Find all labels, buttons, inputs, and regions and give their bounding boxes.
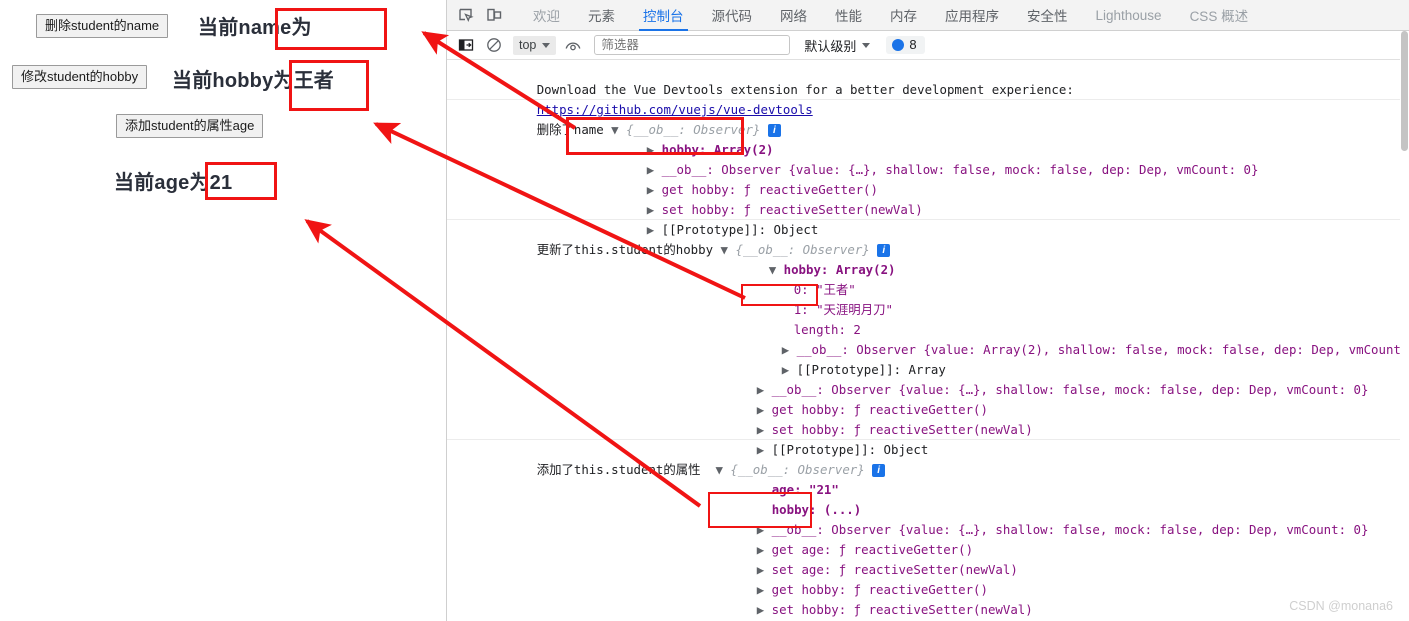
console-filter-input[interactable] <box>594 35 791 55</box>
execution-context-select[interactable]: top <box>513 35 557 55</box>
issues-badge[interactable]: 8 <box>886 36 925 54</box>
log-level-select[interactable]: 默认级别 <box>804 36 871 55</box>
current-age-value: 21 <box>209 172 233 194</box>
current-age-text: 当前age为 <box>114 172 210 194</box>
console-banner-link-line: https://github.com/vuejs/vue-devtools <box>447 80 1409 117</box>
object-row[interactable]: ▶ [[Prototype]]: Array <box>447 340 1409 377</box>
tab-sources[interactable]: 源代码 <box>698 0 767 31</box>
object-row[interactable]: ▶ get hobby: ƒ reactiveGetter() <box>447 380 1409 417</box>
inspect-element-icon[interactable] <box>453 3 479 27</box>
tab-welcome[interactable]: 欢迎 <box>519 0 574 31</box>
web-page-pane: 删除student的name 当前name为 修改student的hobby 当… <box>0 0 446 621</box>
console-sidebar-icon[interactable] <box>453 33 479 57</box>
disclosure-triangle-icon[interactable]: ▶ <box>757 602 764 617</box>
object-row[interactable]: ▶ __ob__: Observer {value: {…}, shallow:… <box>447 500 1409 537</box>
current-hobby-text: 当前hobby为 <box>172 70 294 92</box>
watermark: CSDN @monana6 <box>1289 599 1393 613</box>
log-level-value: 默认级别 <box>804 38 857 54</box>
object-row[interactable]: hobby: (...) <box>447 480 1409 517</box>
tab-application[interactable]: 应用程序 <box>931 0 1013 31</box>
console-output[interactable]: Download the Vue Devtools extension for … <box>447 60 1409 621</box>
issues-count: 8 <box>909 37 917 52</box>
devtools-panel: 欢迎 元素 控制台 源代码 网络 性能 内存 应用程序 安全性 Lighthou… <box>446 0 1409 621</box>
tab-console[interactable]: 控制台 <box>629 0 698 31</box>
object-row[interactable]: ▶ get age: ƒ reactiveGetter() <box>447 520 1409 557</box>
modify-hobby-button[interactable]: 修改student的hobby <box>12 65 148 89</box>
current-age-label: 当前age为21 <box>114 166 232 195</box>
device-toolbar-icon[interactable] <box>481 3 507 27</box>
log-group-header[interactable]: 删除了name ▼ {__ob__: Observer} i <box>447 100 1409 137</box>
tab-performance[interactable]: 性能 <box>821 0 876 31</box>
tab-network[interactable]: 网络 <box>766 0 821 31</box>
array-item-row[interactable]: 0: "王者" <box>447 260 1409 297</box>
add-age-button[interactable]: 添加student的属性age <box>116 114 264 138</box>
delete-name-button[interactable]: 删除student的name <box>36 14 169 38</box>
console-banner-line: Download the Vue Devtools extension for … <box>447 60 1409 97</box>
tab-lighthouse[interactable]: Lighthouse <box>1082 0 1176 31</box>
object-row[interactable]: ▶ __ob__: Observer {value: Array(2), sha… <box>447 320 1409 357</box>
issues-dot-icon <box>892 38 905 51</box>
log-group-header[interactable]: 添加了this.student的属性 ▼ {__ob__: Observer} … <box>447 440 1409 477</box>
tab-security[interactable]: 安全性 <box>1013 0 1082 31</box>
object-row[interactable]: ▶ hobby: Array(2) <box>447 120 1409 157</box>
current-name-label: 当前name为 <box>198 11 312 40</box>
console-scrollbar[interactable] <box>1400 31 1409 621</box>
object-row[interactable]: ▶ set age: ƒ reactiveSetter(newVal) <box>447 540 1409 577</box>
scrollbar-thumb[interactable] <box>1401 31 1408 151</box>
object-row[interactable]: ▶ get hobby: ƒ reactiveGetter() <box>447 560 1409 597</box>
object-row[interactable]: ▶ [[Prototype]]: Object <box>447 420 1409 457</box>
object-row[interactable]: ▶ set hobby: ƒ reactiveSetter(newVal) <box>447 580 1409 617</box>
execution-context-value: top <box>519 38 537 52</box>
array-item-row[interactable]: 1: "天涯明月刀" <box>447 280 1409 317</box>
tab-memory[interactable]: 内存 <box>876 0 931 31</box>
object-row[interactable]: ▼ hobby: Array(2) <box>447 240 1409 277</box>
object-row[interactable]: ▶ __ob__: Observer {value: {…}, shallow:… <box>447 140 1409 177</box>
object-row[interactable]: ▶ set hobby: ƒ reactiveSetter(newVal) <box>447 180 1409 217</box>
prop-set-hobby: set hobby: ƒ reactiveSetter(newVal) <box>771 602 1033 617</box>
array-length-row: length: 2 <box>447 300 1409 337</box>
current-name-text: 当前name为 <box>198 17 312 39</box>
tab-css-overview[interactable]: CSS 概述 <box>1176 0 1263 31</box>
chevron-down-icon <box>542 42 551 48</box>
console-toolbar: top 默认级别 8 <box>447 31 1409 60</box>
object-row[interactable]: ▶ __ob__: Observer {value: {…}, shallow:… <box>447 360 1409 397</box>
object-row[interactable]: ▶ set hobby: ƒ reactiveSetter(newVal) <box>447 400 1409 437</box>
chevron-down-icon <box>862 42 871 48</box>
current-hobby-label: 当前hobby为王者 <box>172 64 334 93</box>
object-row[interactable]: ▶ [[Prototype]]: Object <box>447 200 1409 237</box>
current-hobby-value: 王者 <box>293 70 334 92</box>
clear-console-icon[interactable] <box>481 33 507 57</box>
devtools-tabbar: 欢迎 元素 控制台 源代码 网络 性能 内存 应用程序 安全性 Lighthou… <box>447 0 1409 31</box>
object-row: age: "21" <box>447 460 1409 497</box>
object-row[interactable]: ▶ get hobby: ƒ reactiveGetter() <box>447 160 1409 197</box>
tab-elements[interactable]: 元素 <box>574 0 629 31</box>
log-group-header[interactable]: 更新了this.student的hobby ▼ {__ob__: Observe… <box>447 220 1409 257</box>
live-expression-icon[interactable] <box>560 33 586 57</box>
